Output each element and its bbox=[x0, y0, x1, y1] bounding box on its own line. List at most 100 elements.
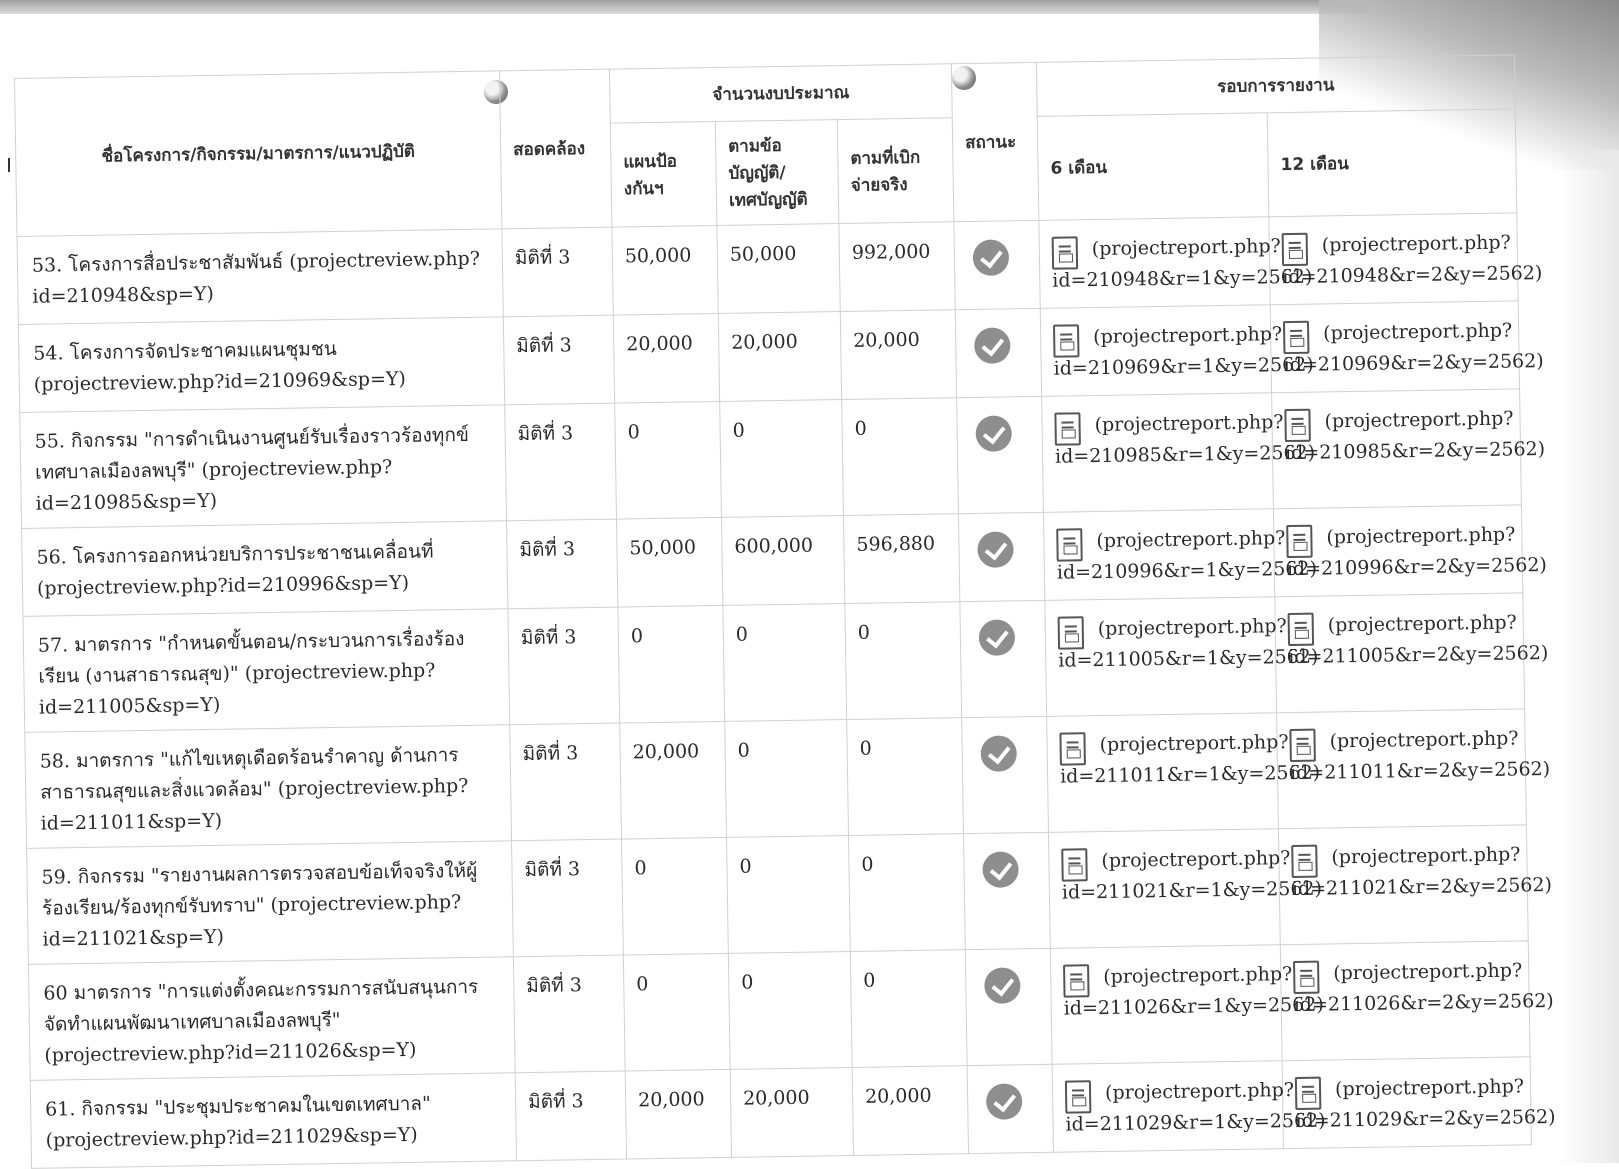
project-report-table: ชื่อโครงการ/กิจกรรม/มาตรการ/แนวปฏิบัติ ส… bbox=[14, 54, 1556, 1169]
report-6-months-link[interactable]: (projectreport.php? id=211005&r=1&y=2562) bbox=[1057, 611, 1319, 676]
plan-budget-cell: 20,000 bbox=[625, 1069, 732, 1160]
project-name-link[interactable]: 61. กิจกรรม "ประชุมประชาคมในเขตเทศบาล" (… bbox=[30, 1072, 517, 1169]
report-link-id: id=210985&r=2&y=2562) bbox=[1284, 437, 1546, 465]
plan-budget-cell: 20,000 bbox=[619, 721, 727, 840]
project-name-link[interactable]: 59. กิจกรรม "รายงานผลการตรวจสอบข้อเท็จจร… bbox=[26, 840, 514, 965]
document-report-icon bbox=[1281, 232, 1309, 267]
report-12-months-cell: (projectreport.php? id=211026&r=2&y=2562) bbox=[1280, 940, 1554, 1061]
plan-budget-cell: 50,000 bbox=[611, 225, 719, 316]
report-link-id: id=210948&r=1&y=2562) bbox=[1052, 265, 1313, 292]
header-budget-plan: แผนป้องกันฯ bbox=[610, 121, 717, 228]
report-12-months-link[interactable]: (projectreport.php? id=211011&r=2&y=2562) bbox=[1289, 724, 1551, 789]
report-12-months-link[interactable]: (projectreport.php? id=211005&r=2&y=2562) bbox=[1287, 608, 1548, 673]
project-name-link[interactable]: 56. โครงการออกหน่วยบริการประชาชนเคลื่อนท… bbox=[21, 520, 508, 617]
document-report-icon bbox=[1291, 844, 1318, 879]
report-link-id: id=211005&r=1&y=2562) bbox=[1058, 645, 1319, 672]
actual-budget-cell: 20,000 bbox=[840, 309, 957, 400]
report-12-months-link[interactable]: (projectreport.php? id=210996&r=2&y=2562) bbox=[1286, 520, 1547, 585]
act-budget-cell: 0 bbox=[728, 951, 853, 1070]
report-12-months-cell: (projectreport.php? id=210948&r=2&y=2562) bbox=[1268, 212, 1542, 305]
report-link-text: (projectreport.php? bbox=[1093, 323, 1283, 349]
report-link-id: id=211029&r=2&y=2562) bbox=[1295, 1105, 1556, 1132]
check-circle-icon bbox=[972, 239, 1010, 276]
report-6-months-cell: (projectreport.php? id=210948&r=1&y=2562) bbox=[1038, 216, 1313, 309]
report-6-months-link[interactable]: (projectreport.php? id=211011&r=1&y=2562) bbox=[1059, 727, 1321, 792]
document-report-icon bbox=[1286, 524, 1313, 559]
report-link-text: (projectreport.php? bbox=[1334, 1075, 1525, 1101]
alignment-cell: มิติที่ 3 bbox=[511, 839, 624, 957]
report-6-months-cell: (projectreport.php? id=211026&r=1&y=2562) bbox=[1050, 944, 1324, 1065]
document-report-icon bbox=[1056, 528, 1083, 562]
project-name-link[interactable]: 60 มาตรการ "การแต่งตั้งคณะกรรมการสนับสนุ… bbox=[28, 956, 516, 1081]
report-6-months-link[interactable]: (projectreport.php? id=211026&r=1&y=2562) bbox=[1063, 959, 1324, 1024]
check-circle-icon bbox=[975, 415, 1013, 452]
plan-budget-cell: 0 bbox=[614, 401, 722, 520]
status-cell bbox=[967, 1064, 1054, 1154]
plan-budget-cell: 0 bbox=[623, 953, 731, 1072]
report-12-months-link[interactable]: (projectreport.php? id=211021&r=2&y=2562) bbox=[1291, 840, 1552, 905]
document-report-icon bbox=[1287, 612, 1315, 647]
check-circle-icon bbox=[974, 327, 1011, 364]
report-6-months-cell: (projectreport.php? id=210985&r=1&y=2562) bbox=[1041, 392, 1315, 513]
report-6-months-link[interactable]: (projectreport.php? id=210969&r=1&y=2562) bbox=[1053, 319, 1314, 384]
status-cell bbox=[953, 220, 1041, 310]
report-12-months-link[interactable]: (projectreport.php? id=210969&r=2&y=2562) bbox=[1282, 316, 1544, 381]
project-name-link[interactable]: 57. มาตรการ "กำหนดขั้นตอน/กระบวนการเรื่อ… bbox=[22, 608, 510, 733]
check-circle-icon bbox=[977, 531, 1014, 568]
project-name-link[interactable]: 53. โครงการสื่อประชาสัมพันธ์ (projectrev… bbox=[16, 228, 504, 325]
header-report-6-months: 6 เดือน bbox=[1037, 112, 1269, 221]
report-12-months-link[interactable]: (projectreport.php? id=210948&r=2&y=2562) bbox=[1281, 228, 1542, 293]
header-report-12-months: 12 เดือน bbox=[1267, 108, 1517, 217]
report-6-months-cell: (projectreport.php? id=210969&r=1&y=2562) bbox=[1040, 304, 1314, 397]
report-6-months-link[interactable]: (projectreport.php? id=211021&r=1&y=2562) bbox=[1061, 843, 1322, 908]
project-name-link[interactable]: 58. มาตรการ "แก้ไขเหตุเดือดร้อนรำคาญ ด้า… bbox=[24, 724, 512, 849]
report-12-months-link[interactable]: (projectreport.php? id=211029&r=2&y=2562) bbox=[1294, 1072, 1556, 1137]
document-report-icon bbox=[1282, 320, 1310, 355]
report-6-months-cell: (projectreport.php? id=210996&r=1&y=2562) bbox=[1043, 508, 1317, 601]
header-report-cycle: รอบการรายงาน bbox=[1036, 54, 1516, 117]
report-12-months-link[interactable]: (projectreport.php? id=211026&r=2&y=2562) bbox=[1293, 956, 1554, 1021]
project-name-link[interactable]: 54. โครงการจัดประชาคมแผนชุมชน (projectre… bbox=[18, 316, 505, 413]
plan-budget-cell: 20,000 bbox=[613, 313, 720, 404]
actual-budget-cell: 0 bbox=[841, 397, 959, 516]
act-budget-cell: 0 bbox=[724, 719, 849, 838]
act-budget-cell: 20,000 bbox=[730, 1067, 854, 1158]
header-alignment: สอดคล้อง bbox=[499, 69, 612, 229]
report-link-text: (projectreport.php? bbox=[1327, 611, 1517, 637]
report-link-text: (projectreport.php? bbox=[1091, 235, 1281, 261]
report-12-months-cell: (projectreport.php? id=210996&r=2&y=2562) bbox=[1273, 504, 1547, 597]
report-link-id: id=211011&r=2&y=2562) bbox=[1289, 757, 1551, 785]
report-12-months-cell: (projectreport.php? id=211005&r=2&y=2562) bbox=[1274, 592, 1548, 713]
act-budget-cell: 0 bbox=[726, 835, 851, 954]
report-12-months-cell: (projectreport.php? id=210969&r=2&y=2562) bbox=[1270, 300, 1544, 393]
scanned-page: ชื่อโครงการ/กิจกรรม/มาตรการ/แนวปฏิบัติ ส… bbox=[14, 54, 1571, 1169]
check-circle-icon bbox=[984, 967, 1021, 1004]
header-budget-actual: ตามที่เบิกจ่ายจริง bbox=[837, 117, 954, 224]
status-cell bbox=[963, 832, 1051, 950]
act-budget-cell: 0 bbox=[719, 399, 844, 518]
report-link-id: id=211029&r=1&y=2562) bbox=[1065, 1109, 1326, 1136]
check-circle-icon bbox=[982, 851, 1019, 888]
act-budget-cell: 50,000 bbox=[716, 223, 841, 314]
actual-budget-cell: 596,880 bbox=[843, 513, 960, 604]
plan-budget-cell: 0 bbox=[621, 837, 729, 956]
report-6-months-link[interactable]: (projectreport.php? id=210996&r=1&y=2562) bbox=[1056, 523, 1317, 588]
margin-mark bbox=[8, 158, 10, 172]
plan-budget-cell: 0 bbox=[617, 605, 725, 724]
report-6-months-link[interactable]: (projectreport.php? id=210985&r=1&y=2562) bbox=[1054, 407, 1315, 472]
report-6-months-link[interactable]: (projectreport.php? id=211029&r=1&y=2562) bbox=[1064, 1075, 1326, 1140]
project-name-link[interactable]: 55. กิจกรรม "การดำเนินงานศูนย์รับเรื่องร… bbox=[19, 404, 507, 529]
act-budget-cell: 600,000 bbox=[721, 515, 845, 606]
report-link-text: (projectreport.php? bbox=[1326, 523, 1516, 549]
report-link-text: (projectreport.php? bbox=[1097, 615, 1287, 641]
act-budget-cell: 20,000 bbox=[718, 311, 842, 402]
document-report-icon bbox=[1059, 732, 1086, 766]
report-12-months-link[interactable]: (projectreport.php? id=210985&r=2&y=2562) bbox=[1284, 404, 1546, 469]
status-cell bbox=[955, 308, 1042, 398]
document-report-icon bbox=[1289, 728, 1316, 763]
report-6-months-link[interactable]: (projectreport.php? id=210948&r=1&y=2562) bbox=[1051, 232, 1313, 297]
report-12-months-cell: (projectreport.php? id=210985&r=2&y=2562) bbox=[1271, 388, 1546, 509]
report-link-id: id=211026&r=2&y=2562) bbox=[1293, 989, 1554, 1017]
report-link-id: id=211011&r=1&y=2562) bbox=[1059, 761, 1321, 788]
report-6-months-cell: (projectreport.php? id=211029&r=1&y=2562) bbox=[1052, 1060, 1326, 1153]
